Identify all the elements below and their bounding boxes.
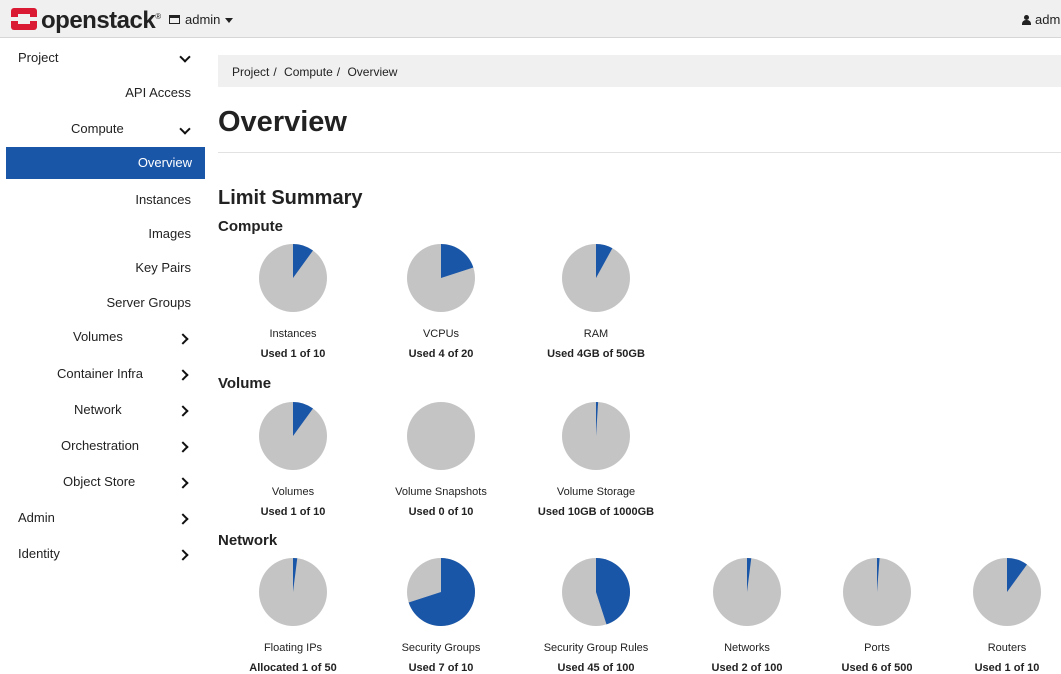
top-navbar: openstack® admin adm (0, 0, 1061, 38)
pie-graphic (843, 558, 911, 626)
sidebar-item-key-pairs[interactable]: Key Pairs (135, 260, 191, 275)
chevron-right-icon (180, 334, 189, 343)
pie-usage-text: Used 2 of 100 (711, 662, 783, 674)
sidebar: Project API Access Compute Overview Inst… (0, 38, 205, 674)
pie-available-slice (407, 402, 475, 470)
pie-label: Volumes (271, 486, 315, 498)
pie-graphic (259, 402, 327, 470)
sidebar-item-server-groups[interactable]: Server Groups (106, 295, 191, 310)
pie-graphic (259, 244, 327, 312)
pie-chart-floating-ips: Floating IPs Allocated 1 of 50 (218, 558, 368, 674)
sidebar-item-instances[interactable]: Instances (135, 192, 191, 207)
user-icon (1022, 14, 1031, 25)
pie-usage-text: Used 1 of 10 (974, 662, 1040, 674)
sidebar-item-images[interactable]: Images (148, 226, 191, 241)
pie-label: Routers (987, 642, 1027, 654)
caret-down-icon (225, 18, 234, 23)
pie-label: Volume Storage (556, 486, 636, 498)
chevron-right-icon (180, 478, 189, 487)
pie-graphic (259, 558, 327, 626)
sidebar-item-container-infra[interactable]: Container Infra (57, 366, 143, 381)
pie-usage-text: Used 7 of 10 (408, 662, 474, 674)
brand-link[interactable]: openstack® (11, 5, 161, 33)
chevron-right-icon (180, 442, 189, 451)
divider (218, 152, 1061, 153)
sidebar-item-object-store[interactable]: Object Store (63, 474, 135, 489)
brand-name: openstack® (41, 7, 161, 34)
chevron-right-icon (180, 370, 189, 379)
pie-label: Volume Snapshots (395, 486, 487, 498)
pie-usage-text: Used 1 of 10 (260, 348, 326, 360)
pie-usage-text: Used 4 of 20 (408, 348, 474, 360)
breadcrumb-project[interactable]: Project (232, 65, 269, 79)
sidebar-item-compute[interactable]: Compute (71, 121, 124, 136)
breadcrumb-current: Overview (347, 65, 398, 79)
pie-chart-vcpus: VCPUs Used 4 of 20 (366, 244, 516, 360)
user-menu-label: adm (1035, 12, 1061, 27)
pie-label: Networks (724, 642, 770, 654)
pie-usage-text: Used 6 of 500 (841, 662, 913, 674)
pie-graphic (562, 402, 630, 470)
pie-label: Security Groups (401, 642, 481, 654)
pie-usage-text: Used 45 of 100 (557, 662, 635, 674)
pie-graphic (407, 244, 475, 312)
sidebar-item-project[interactable]: Project (18, 50, 58, 65)
sidebar-item-admin[interactable]: Admin (18, 510, 55, 525)
sidebar-item-api-access[interactable]: API Access (125, 85, 191, 100)
pie-graphic (973, 558, 1041, 626)
sidebar-item-network[interactable]: Network (74, 402, 122, 417)
sidebar-item-volumes[interactable]: Volumes (73, 329, 123, 344)
pie-usage-text: Used 1 of 10 (260, 506, 326, 518)
sidebar-item-overview[interactable]: Overview (6, 147, 205, 179)
pie-graphic (407, 402, 475, 470)
pie-label: Floating IPs (263, 642, 323, 654)
pie-label: Ports (864, 642, 890, 654)
pie-chart-routers: Routers Used 1 of 10 (932, 558, 1061, 674)
pie-label: RAM (583, 328, 609, 340)
pie-chart-ports: Ports Used 6 of 500 (802, 558, 952, 674)
chevron-down-icon (180, 54, 189, 63)
pie-graphic (713, 558, 781, 626)
network-group-heading: Network (218, 532, 278, 549)
pie-chart-security-group-rules: Security Group Rules Used 45 of 100 (521, 558, 671, 674)
project-icon (169, 15, 180, 24)
pie-chart-networks: Networks Used 2 of 100 (672, 558, 822, 674)
pie-chart-ram: RAM Used 4GB of 50GB (521, 244, 671, 360)
chevron-right-icon (180, 514, 189, 523)
pie-chart-instances: Instances Used 1 of 10 (218, 244, 368, 360)
pie-usage-text: Used 0 of 10 (408, 506, 474, 518)
chevron-right-icon (180, 550, 189, 559)
limit-summary-heading: Limit Summary (218, 187, 363, 209)
pie-label: VCPUs (422, 328, 460, 340)
project-switcher-label: admin (185, 12, 221, 27)
page-title: Overview (218, 106, 347, 138)
pie-usage-text: Allocated 1 of 50 (249, 662, 337, 674)
chevron-down-icon (180, 126, 189, 135)
breadcrumb: Project / Compute / Overview (218, 55, 1061, 87)
breadcrumb-compute[interactable]: Compute (284, 65, 333, 79)
pie-graphic (562, 558, 630, 626)
volume-group-heading: Volume (218, 375, 272, 392)
pie-usage-text: Used 4GB of 50GB (547, 348, 645, 360)
chevron-right-icon (180, 406, 189, 415)
pie-chart-volumes: Volumes Used 1 of 10 (218, 402, 368, 518)
project-switcher[interactable]: admin (169, 12, 234, 27)
pie-graphic (407, 558, 475, 626)
pie-chart-security-groups: Security Groups Used 7 of 10 (366, 558, 516, 674)
pie-graphic (562, 244, 630, 312)
user-menu[interactable]: adm (1022, 12, 1060, 27)
compute-group-heading: Compute (218, 218, 283, 235)
sidebar-item-orchestration[interactable]: Orchestration (61, 438, 139, 453)
pie-chart-volume-storage: Volume Storage Used 10GB of 1000GB (521, 402, 671, 518)
openstack-logo-icon (11, 8, 37, 30)
pie-label: Security Group Rules (543, 642, 649, 654)
pie-chart-volume-snapshots: Volume Snapshots Used 0 of 10 (366, 402, 516, 518)
sidebar-item-identity[interactable]: Identity (18, 546, 60, 561)
pie-label: Instances (269, 328, 317, 340)
pie-usage-text: Used 10GB of 1000GB (537, 506, 655, 518)
